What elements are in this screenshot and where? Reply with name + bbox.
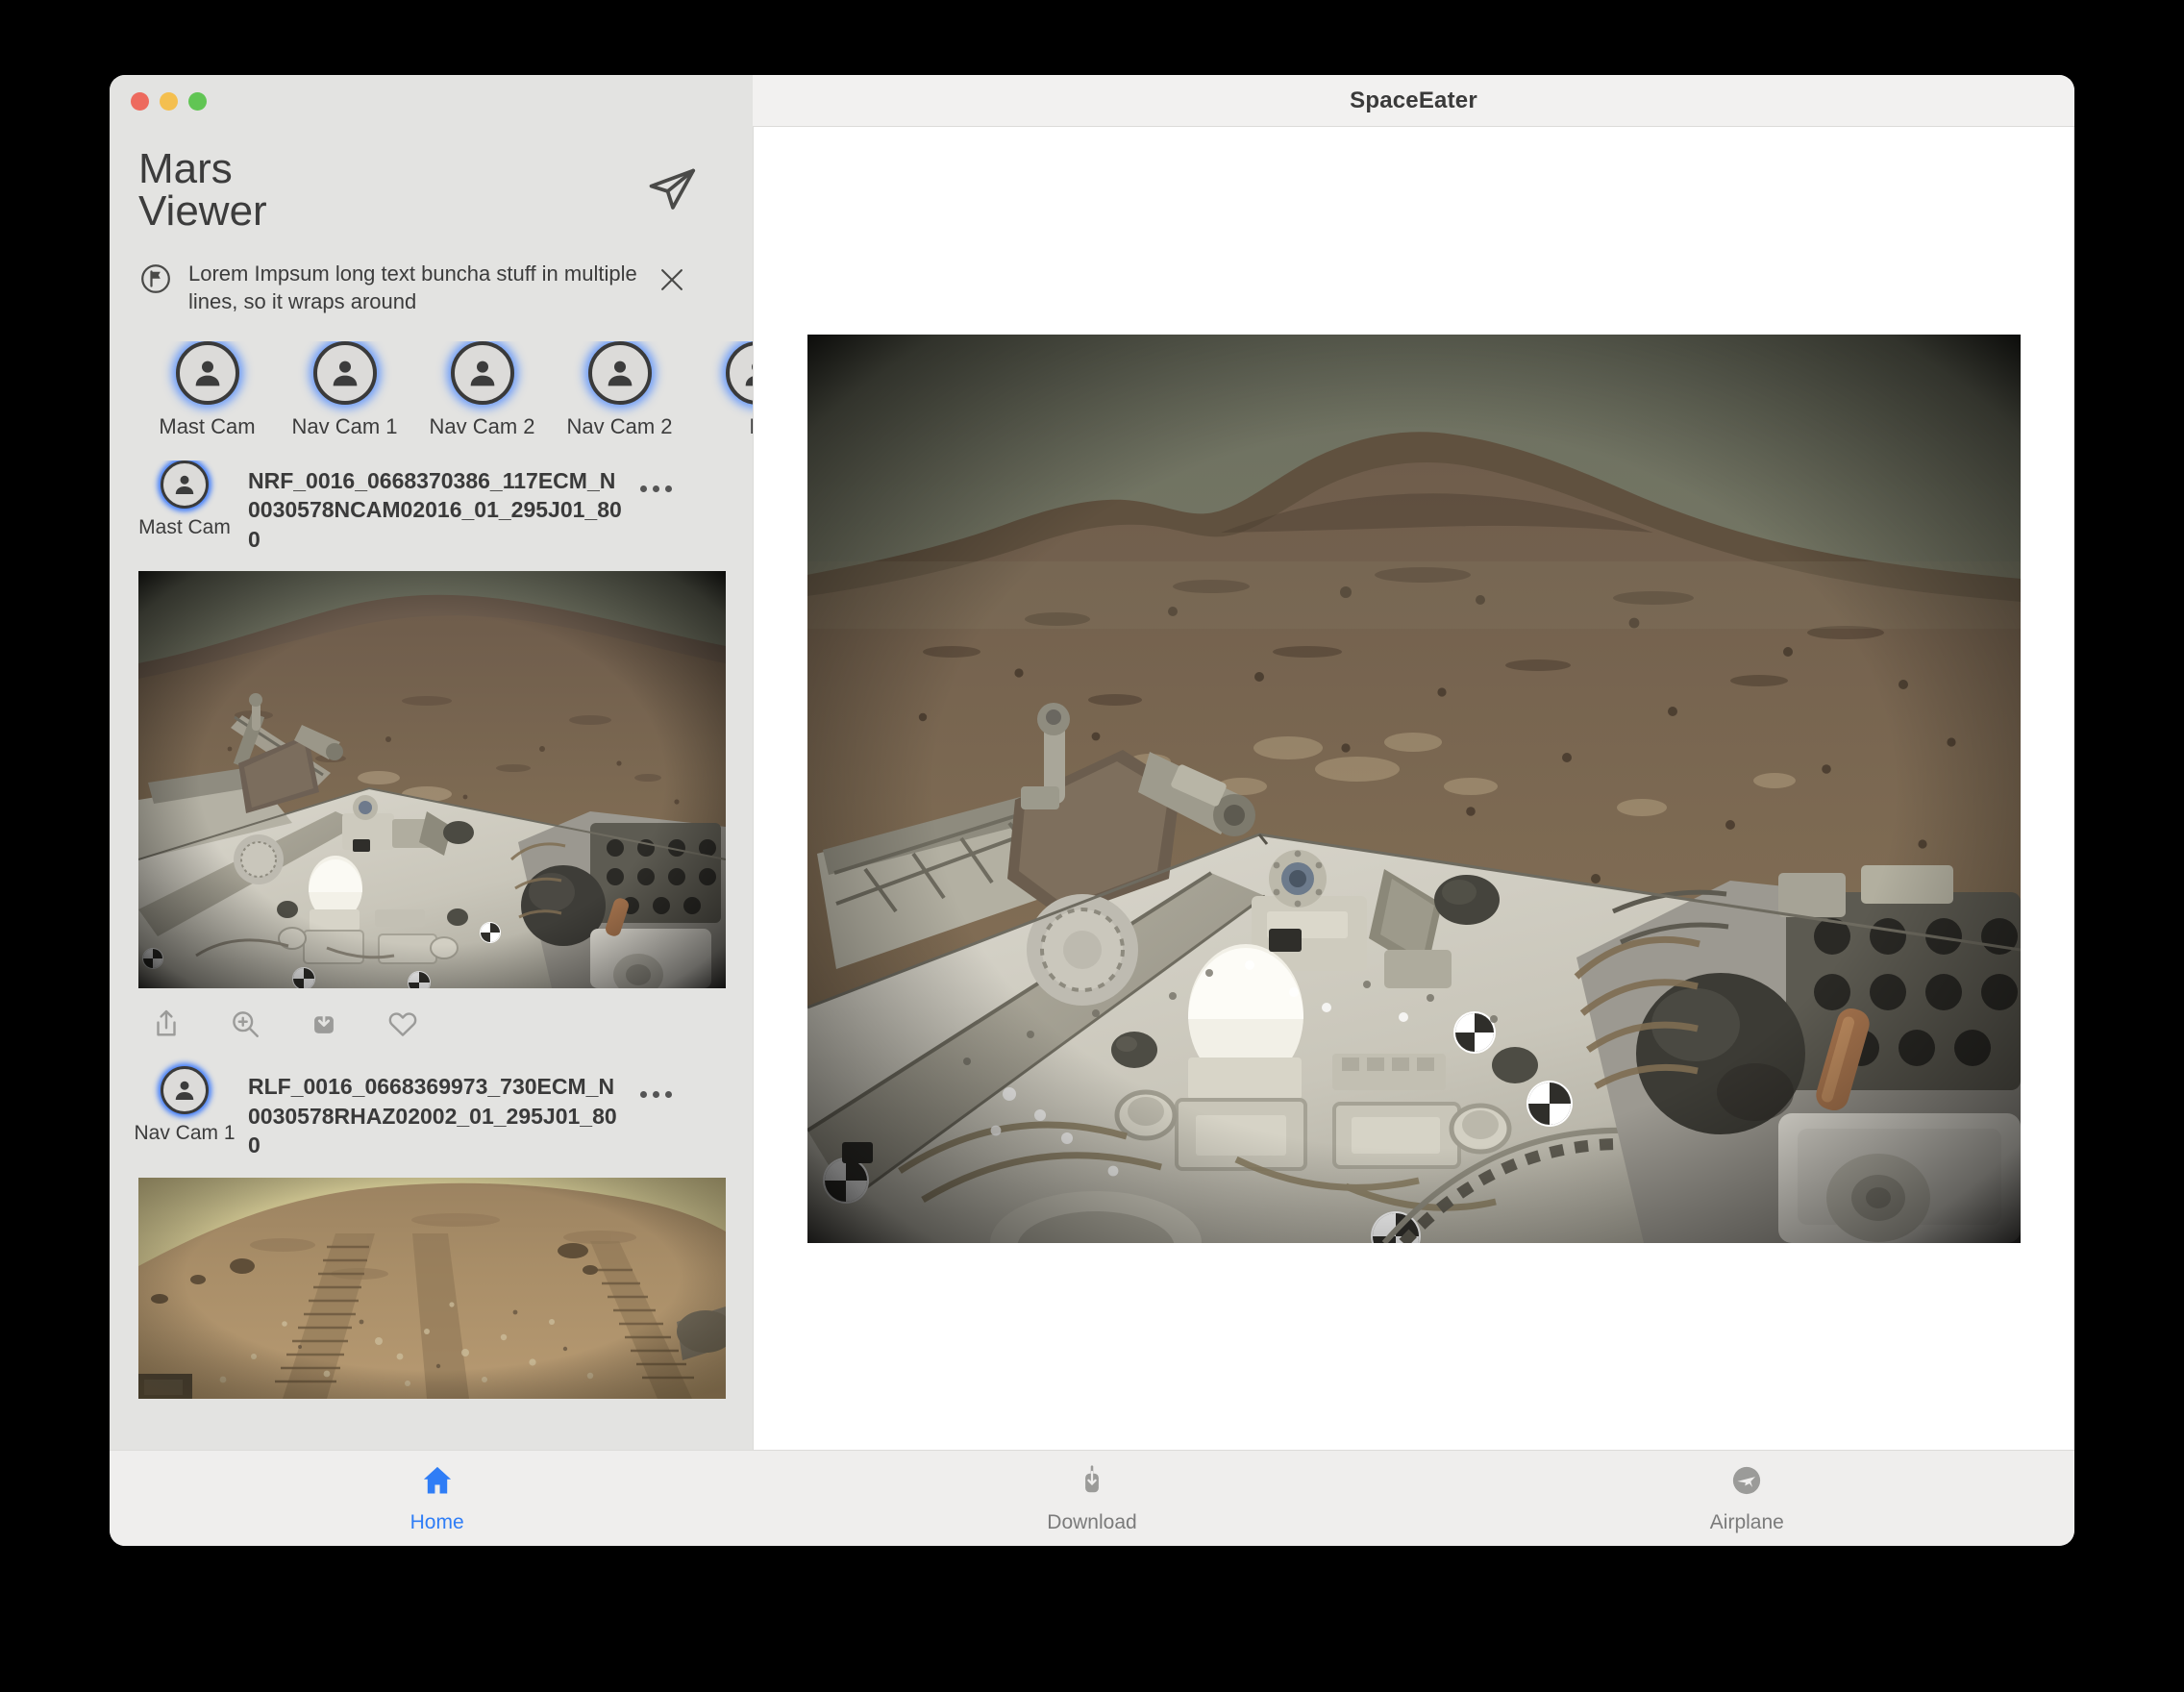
sidebar: Mars Viewer Lorem Impsum long text bunch… — [110, 127, 753, 1450]
person-avatar-icon — [587, 340, 652, 405]
app-window: SpaceEater Mars Viewer Lorem Impsum long… — [110, 75, 2074, 1546]
mars-hazcam-thumbnail[interactable] — [138, 1177, 726, 1399]
page-title: Mars Viewer — [138, 148, 267, 233]
camera-chip-label: N — [750, 414, 753, 439]
heart-icon[interactable] — [386, 1008, 419, 1045]
more-horizontal-icon[interactable] — [640, 1066, 672, 1099]
image-card: Nav Cam 1 RLF_0016_0668369973_730ECM_N00… — [110, 1066, 753, 1399]
image-card-list[interactable]: Mast Cam NRF_0016_0668370386_117ECM_N003… — [110, 460, 753, 1451]
app-title-line-2: Viewer — [138, 187, 267, 235]
send-icon[interactable] — [645, 163, 699, 222]
notice-banner: Lorem Impsum long text buncha stuff in m… — [138, 258, 724, 316]
image-card-header: Nav Cam 1 RLF_0016_0668369973_730ECM_N00… — [110, 1066, 753, 1160]
image-card-actions — [110, 988, 753, 1045]
camera-chip-2[interactable]: Nav Cam 2 — [413, 340, 551, 439]
traffic-light-group — [110, 75, 753, 127]
image-card-thumbnail-wrap[interactable] — [138, 571, 726, 989]
camera-chip-label: Nav Cam 2 — [429, 413, 535, 438]
person-avatar-icon — [725, 340, 753, 405]
share-icon[interactable] — [150, 1008, 183, 1045]
mars-main-image[interactable] — [807, 334, 2021, 1243]
window-body: Mars Viewer Lorem Impsum long text bunch… — [110, 127, 2074, 1450]
camera-chip-label: Nav Cam 1 — [291, 413, 398, 438]
camera-chip-0[interactable]: Mast Cam — [138, 340, 276, 439]
tab-airplane-label: Airplane — [1709, 1510, 1784, 1533]
image-card-title: RLF_0016_0668369973_730ECM_N0030578RHAZ0… — [248, 1074, 617, 1158]
image-card-camera-label: Mast Cam — [138, 515, 231, 538]
person-avatar-icon — [312, 340, 377, 405]
image-card: Mast Cam NRF_0016_0668370386_117ECM_N003… — [110, 460, 753, 1046]
image-card-camera-label: Nav Cam 1 — [134, 1122, 236, 1145]
camera-chip-4[interactable]: N — [688, 340, 753, 439]
notice-banner-text: Lorem Impsum long text buncha stuff in m… — [188, 261, 637, 314]
camera-chip-3[interactable]: Nav Cam 2 — [551, 340, 688, 439]
image-card-header: Mast Cam NRF_0016_0668370386_117ECM_N003… — [110, 460, 753, 555]
download-icon[interactable] — [308, 1008, 340, 1045]
tab-home-label: Home — [410, 1510, 464, 1533]
title-bar: SpaceEater — [110, 75, 2074, 127]
camera-chip-label: Nav Cam 2 — [566, 413, 673, 438]
airplane-icon — [1729, 1463, 1764, 1503]
tab-home[interactable]: Home — [110, 1451, 764, 1546]
person-avatar-icon — [175, 340, 239, 405]
tab-download-label: Download — [1047, 1510, 1137, 1533]
camera-chip-1[interactable]: Nav Cam 1 — [276, 340, 413, 439]
download-icon — [1075, 1463, 1109, 1503]
person-avatar-icon — [161, 1066, 209, 1115]
camera-chip-label: Mast Cam — [159, 413, 256, 438]
camera-selector-strip[interactable]: Mast Cam Nav Cam 1 Nav Cam 2 Nav Cam 2 — [110, 340, 753, 439]
minimize-window-button[interactable] — [160, 91, 178, 111]
home-icon — [420, 1463, 455, 1503]
window-title: SpaceEater — [1350, 87, 1477, 113]
zoom-in-icon[interactable] — [229, 1008, 261, 1045]
close-icon[interactable] — [656, 258, 688, 301]
tab-airplane[interactable]: Airplane — [1420, 1451, 2074, 1546]
flag-circle-icon — [138, 261, 173, 301]
person-avatar-icon — [450, 340, 514, 405]
image-card-title: NRF_0016_0668370386_117ECM_N0030578NCAM0… — [248, 467, 622, 552]
mars-deck-thumbnail[interactable] — [138, 571, 726, 989]
more-horizontal-icon[interactable] — [640, 460, 672, 492]
main-viewer — [753, 127, 2074, 1450]
person-avatar-icon — [161, 460, 209, 509]
zoom-window-button[interactable] — [188, 91, 207, 111]
sidebar-header: Mars Viewer Lorem Impsum long text bunch… — [110, 127, 753, 316]
window-title-area: SpaceEater — [753, 75, 2074, 127]
close-window-button[interactable] — [131, 91, 149, 111]
image-card-thumbnail-wrap[interactable] — [138, 1177, 726, 1399]
tab-download[interactable]: Download — [764, 1451, 1419, 1546]
bottom-tab-bar: Home Download Airplane — [110, 1450, 2074, 1546]
app-title-line-1: Mars — [138, 145, 233, 192]
